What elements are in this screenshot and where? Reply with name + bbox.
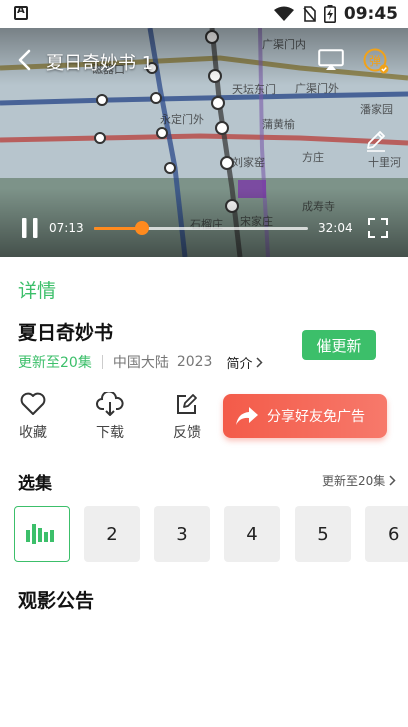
episode-item[interactable]: 5 bbox=[295, 506, 351, 562]
cloud-download-icon bbox=[96, 392, 124, 416]
episodes-section-title: 选集 bbox=[18, 474, 52, 494]
episodes-more-link[interactable]: 更新至20集 bbox=[322, 472, 396, 489]
feedback-edit-icon bbox=[177, 394, 197, 414]
danmaku-toggle-button[interactable]: 弹 bbox=[363, 48, 389, 74]
app-notification-icon bbox=[14, 5, 28, 20]
show-meta: 更新至20集 中国大陆 2023 简介 bbox=[18, 352, 264, 372]
danmaku-label: 弹 bbox=[369, 54, 381, 68]
episode-item[interactable]: 4 bbox=[224, 506, 280, 562]
year: 2023 bbox=[176, 354, 213, 370]
heart-icon bbox=[20, 392, 46, 415]
video-player[interactable]: 广渠门内 广渠门外 天坛东门 蒲黄榆 刘家窑 方庄 成寿寺 宋家庄 石榴庄 潘家… bbox=[0, 28, 408, 257]
video-title: 夏日奇妙书 1 bbox=[46, 53, 154, 74]
download-label: 下载 bbox=[96, 425, 124, 441]
no-sim-icon bbox=[303, 6, 316, 22]
cast-screen-icon[interactable] bbox=[318, 49, 344, 71]
feedback-button[interactable]: 反馈 bbox=[167, 392, 207, 442]
danmaku-icon: 弹 bbox=[363, 48, 389, 74]
share-ad-free-button[interactable]: 分享好友免广告 bbox=[223, 394, 387, 438]
episode-item[interactable]: 3 bbox=[154, 506, 210, 562]
status-bar: 09:45 bbox=[0, 0, 408, 28]
chevron-right-icon bbox=[256, 356, 264, 368]
back-arrow-icon[interactable] bbox=[14, 48, 38, 72]
show-title: 夏日奇妙书 bbox=[18, 322, 114, 344]
playing-equalizer-icon bbox=[26, 524, 54, 544]
meta-divider bbox=[101, 355, 103, 369]
total-time: 32:04 bbox=[318, 221, 353, 235]
episodes-more-label: 更新至20集 bbox=[322, 474, 386, 488]
episode-item[interactable] bbox=[14, 506, 70, 562]
feedback-label: 反馈 bbox=[173, 425, 201, 441]
update-status: 更新至20集 bbox=[18, 355, 92, 371]
favorite-label: 收藏 bbox=[19, 425, 47, 441]
pause-icon[interactable] bbox=[20, 217, 40, 239]
share-label: 分享好友免广告 bbox=[267, 409, 365, 425]
current-time: 07:13 bbox=[49, 221, 84, 235]
region: 中国大陆 bbox=[112, 355, 169, 371]
download-button[interactable]: 下载 bbox=[90, 392, 130, 442]
favorite-button[interactable]: 收藏 bbox=[13, 392, 53, 442]
fullscreen-icon[interactable] bbox=[368, 218, 388, 238]
battery-charging-icon bbox=[323, 5, 336, 23]
status-time: 09:45 bbox=[343, 4, 398, 24]
pencil-edit-icon[interactable] bbox=[364, 128, 388, 152]
wifi-icon bbox=[273, 6, 294, 21]
share-arrow-icon bbox=[236, 407, 258, 425]
episode-item[interactable]: 6 bbox=[365, 506, 408, 562]
intro-link[interactable]: 简介 bbox=[226, 353, 264, 372]
chevron-right-icon bbox=[389, 475, 396, 486]
notice-section-title: 观影公告 bbox=[18, 590, 95, 612]
episode-item[interactable]: 2 bbox=[84, 506, 140, 562]
details-section-title: 详情 bbox=[18, 280, 57, 302]
urge-update-button[interactable]: 催更新 bbox=[302, 330, 376, 360]
intro-label: 简介 bbox=[226, 356, 253, 372]
